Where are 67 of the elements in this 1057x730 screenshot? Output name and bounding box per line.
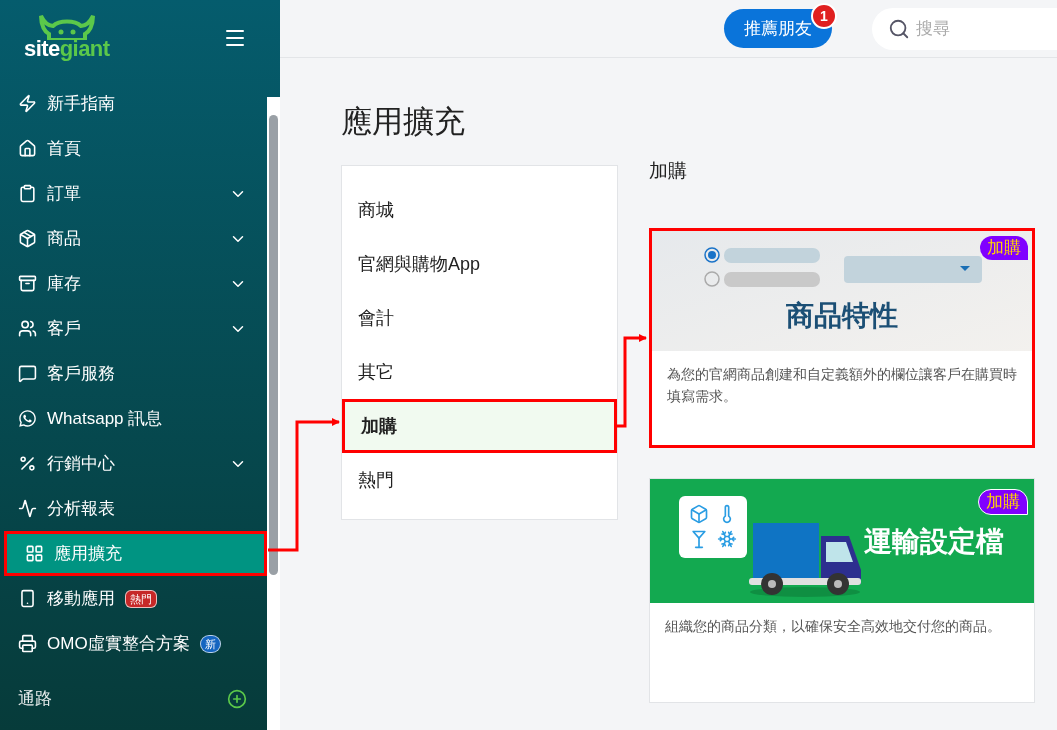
sidebar-item[interactable]: 新手指南 [0, 81, 267, 126]
category-item[interactable]: 熱門 [342, 453, 617, 507]
search-input[interactable]: 搜尋 [916, 15, 1016, 42]
section-label: 通路 [18, 688, 52, 710]
card-description: 組織您的商品分類，以確保安全高效地交付您的商品。 [664, 616, 1002, 636]
tag: 加購 [980, 235, 1028, 260]
extension-card[interactable]: 加購 運輸設定檔 組織您的商品分類，以確保安全高效地交付您的商品。 [649, 477, 1035, 703]
sidebar-item[interactable]: 客戶服務 [0, 351, 267, 396]
sidebar-item[interactable]: 分析報表 [0, 486, 267, 531]
sidebar-item-label: 分析報表 [47, 497, 115, 520]
scrollbar[interactable] [267, 97, 280, 730]
sidebar-item[interactable]: Whatsapp 訊息 [0, 396, 267, 441]
chat-icon [18, 364, 37, 383]
sidebar-item-label: 新手指南 [47, 92, 115, 115]
sidebar-item-label: Whatsapp 訊息 [47, 407, 163, 430]
lightning-icon [18, 94, 37, 113]
category-item[interactable]: 商城 [342, 183, 617, 237]
section-title: 加購 [649, 159, 688, 183]
add-icon[interactable] [227, 688, 247, 709]
notification-badge: 1 [811, 3, 837, 29]
percent-icon [18, 454, 37, 473]
sidebar-item-label: OMO虛實整合方案 [47, 632, 190, 655]
page-title: 應用擴充 [341, 103, 466, 141]
sidebar-item[interactable]: 商品 [0, 216, 267, 261]
category-item[interactable]: 官網與購物App [342, 237, 617, 291]
sidebar-badge: 熱門 [125, 589, 157, 608]
home-icon [18, 139, 37, 158]
sidebar-item[interactable]: 訂單 [0, 171, 267, 216]
sidebar-item[interactable]: OMO虛實整合方案 新 [0, 621, 267, 666]
users-icon [18, 319, 37, 338]
box-icon [18, 229, 37, 248]
banner-title: 運輸設定檔 [864, 524, 1004, 559]
sidebar-item-label: 庫存 [47, 272, 81, 295]
extension-card[interactable]: 加購 商品特性 為您的官網商品創建和自定義額外的欄位讓客戶在購買時填寫需求。 [649, 227, 1035, 448]
sidebar-item[interactable]: 移動應用 熱門 [0, 576, 267, 621]
sidebar-item[interactable]: 庫存 [0, 261, 267, 306]
banner-title: 商品特性 [786, 298, 898, 333]
sidebar-item-label: 商品 [47, 227, 81, 250]
tag: 加購 [978, 488, 1028, 515]
sidebar-item-label: 客戶服務 [47, 362, 115, 385]
archive-icon [18, 274, 37, 293]
sidebar-badge: 新 [199, 634, 221, 653]
phone-icon [18, 589, 37, 608]
sidebar-item[interactable]: 行銷中心 [0, 441, 267, 486]
sidebar-item-label: 首頁 [47, 137, 81, 160]
sidebar-item-label: 訂單 [47, 182, 81, 205]
sidebar-item-label: 移動應用 [47, 587, 115, 610]
search-icon [888, 17, 910, 40]
glass-icon [689, 529, 709, 549]
category-item[interactable]: 加購 [342, 399, 617, 453]
grid-icon [25, 544, 44, 563]
logo-wordmark: sitegiant [24, 38, 110, 60]
category-item[interactable]: 其它 [342, 345, 617, 399]
pulse-icon [18, 499, 37, 518]
whatsapp-icon [18, 409, 37, 428]
sidebar-item-label: 行銷中心 [47, 452, 115, 475]
snowflake-icon [717, 529, 737, 549]
card-description: 為您的官網商品創建和自定義額外的欄位讓客戶在購買時填寫需求。 [666, 364, 1018, 406]
sidebar-item-label: 應用擴充 [54, 542, 122, 565]
search-field[interactable]: 搜尋 [872, 7, 1057, 50]
category-item[interactable]: 會計 [342, 291, 617, 345]
box-icon [689, 504, 709, 524]
sidebar-item[interactable]: 首頁 [0, 126, 267, 171]
clipboard-icon [18, 184, 37, 203]
sidebar-item-label: 客戶 [47, 317, 81, 340]
sidebar-item[interactable]: 應用擴充 [4, 531, 267, 576]
sidebar-item[interactable]: 客戶 [0, 306, 267, 351]
